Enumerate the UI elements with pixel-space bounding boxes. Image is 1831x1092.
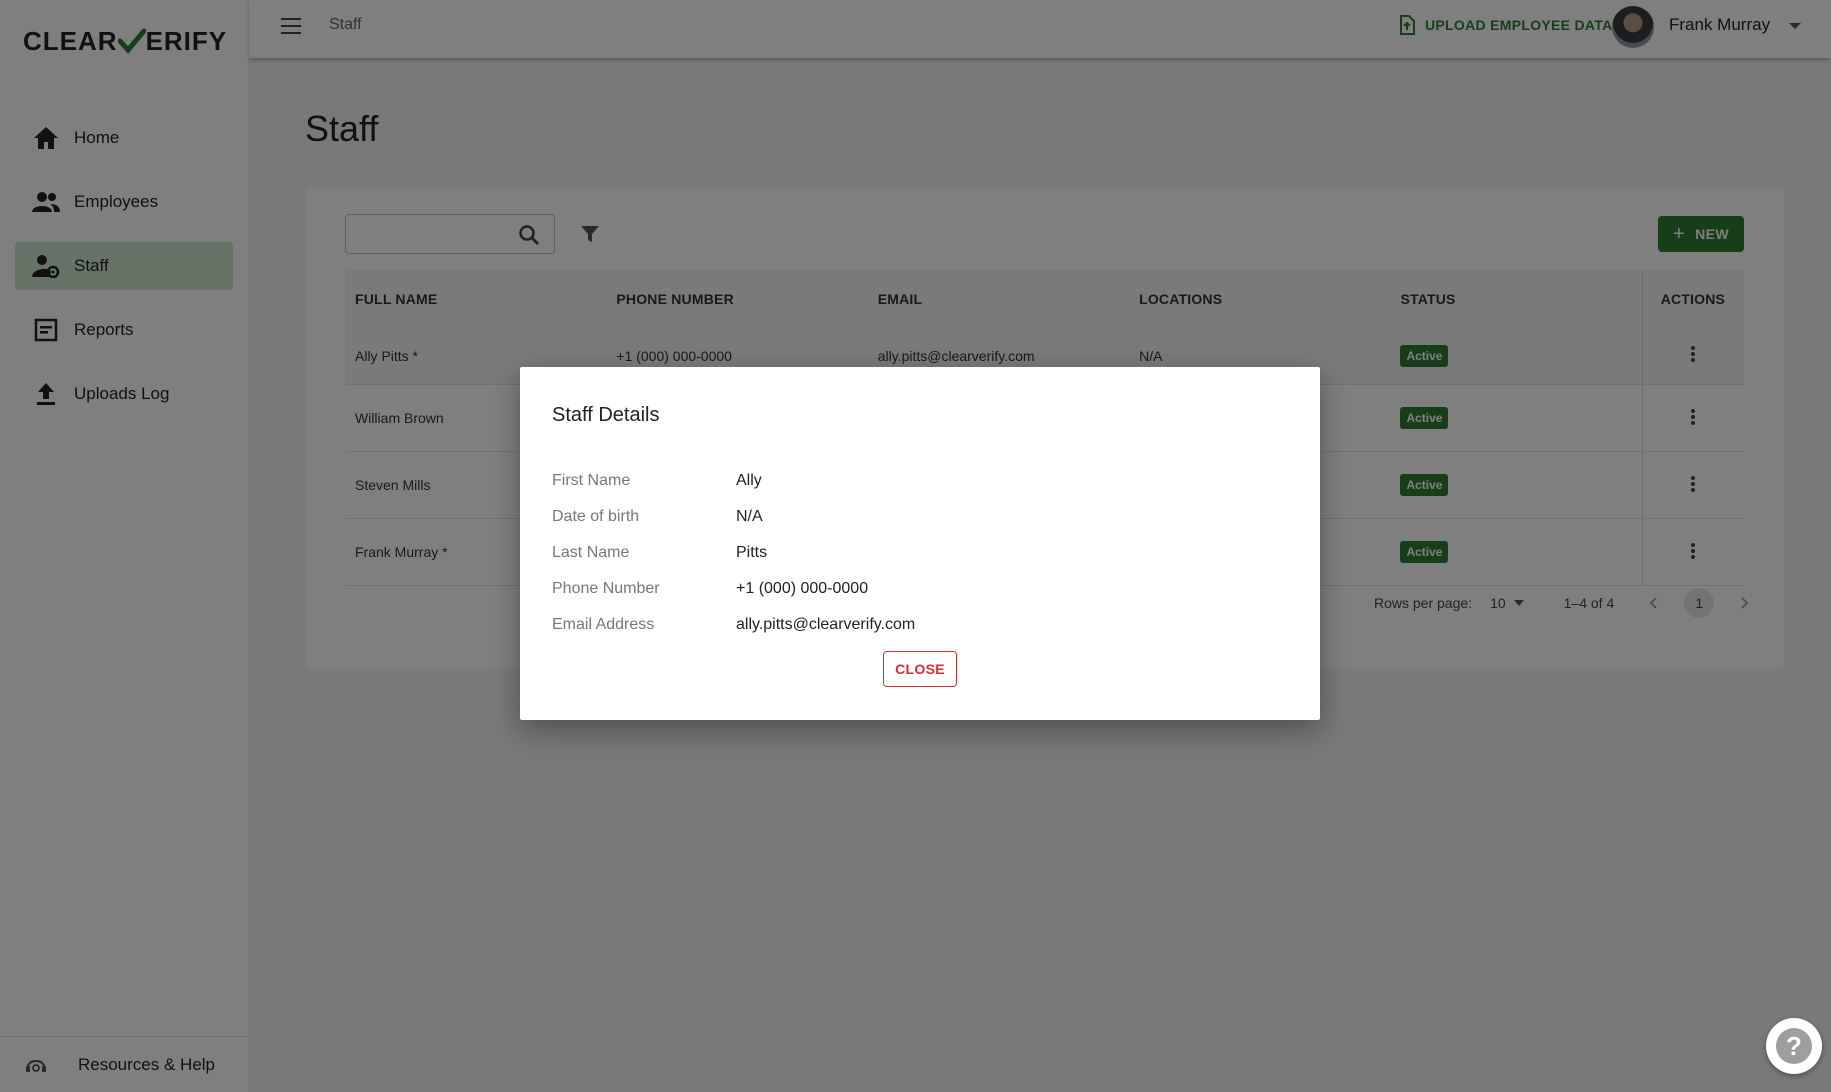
detail-row-date-of-birth: Date of birth N/A <box>552 508 763 526</box>
detail-row-email-address: Email Address ally.pitts@clearverify.com <box>552 616 915 634</box>
help-button[interactable]: ? <box>1766 1018 1822 1074</box>
detail-value: +1 (000) 000-0000 <box>736 580 869 597</box>
detail-label: Email Address <box>552 616 655 633</box>
help-icon: ? <box>1776 1028 1812 1064</box>
detail-label: Last Name <box>552 544 630 561</box>
staff-details-dialog: Staff Details First Name Ally Date of bi… <box>520 367 1320 720</box>
detail-label: Date of birth <box>552 508 640 525</box>
detail-value: Pitts <box>736 544 768 561</box>
detail-label: First Name <box>552 472 631 489</box>
detail-value: ally.pitts@clearverify.com <box>736 616 916 633</box>
detail-label: Phone Number <box>552 580 660 597</box>
detail-value: N/A <box>736 508 763 525</box>
dialog-title: Staff Details <box>552 404 660 426</box>
detail-row-phone-number: Phone Number +1 (000) 000-0000 <box>552 580 868 598</box>
detail-row-first-name: First Name Ally <box>552 472 762 490</box>
detail-value: Ally <box>736 472 762 489</box>
close-button[interactable]: CLOSE <box>883 651 957 687</box>
detail-row-last-name: Last Name Pitts <box>552 544 767 562</box>
